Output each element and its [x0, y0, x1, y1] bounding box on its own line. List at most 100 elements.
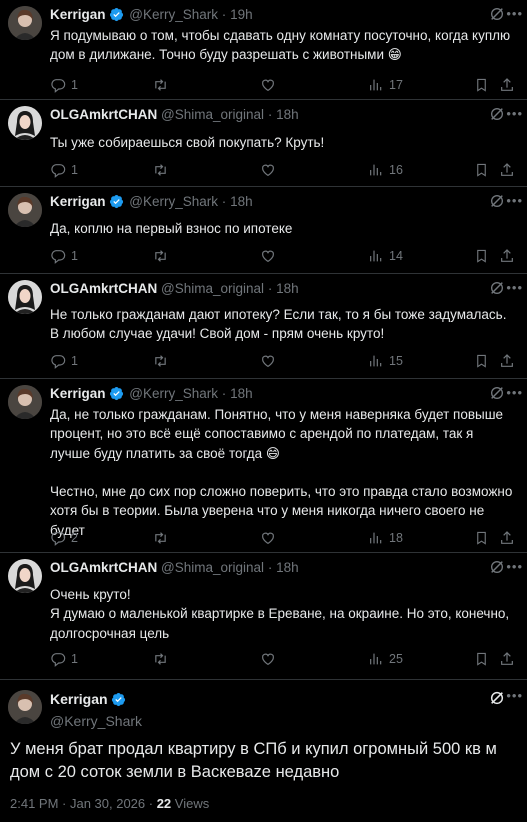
more-options-icon[interactable]: •••: [506, 193, 523, 208]
reply-button[interactable]: 1: [50, 161, 78, 179]
grok-icon[interactable]: [489, 690, 505, 711]
author-handle[interactable]: @Kerry_Shark: [129, 7, 218, 22]
author-name[interactable]: OLGAmkrtCHAN: [50, 281, 157, 296]
like-button[interactable]: [260, 76, 281, 94]
more-options-icon[interactable]: •••: [506, 688, 523, 703]
author-name[interactable]: Kerrigan: [50, 386, 106, 401]
reply-button[interactable]: 1: [50, 650, 78, 668]
views-button[interactable]: 18: [368, 529, 403, 547]
bookmark-icon: [474, 77, 489, 93]
retweet-button[interactable]: [152, 650, 174, 668]
share-icon: [499, 248, 515, 264]
views-button[interactable]: 16: [368, 161, 403, 179]
share-icon: [499, 162, 515, 178]
tweet-time[interactable]: 19h: [230, 7, 253, 22]
reply-tweet[interactable]: OLGAmkrtCHAN @Shima_original · 18h ••• О…: [0, 553, 527, 680]
tweet-time[interactable]: 18h: [230, 194, 253, 209]
views-button[interactable]: 14: [368, 247, 403, 265]
reply-button[interactable]: 1: [50, 76, 78, 94]
author-handle[interactable]: @Shima_original: [161, 107, 264, 122]
like-button[interactable]: [260, 352, 281, 370]
reply-tweet[interactable]: Kerrigan @Kerry_Shark · 18h ••• Да, копл…: [0, 187, 527, 274]
verified-badge-icon: [109, 7, 124, 27]
reply-count: 2: [71, 531, 78, 545]
share-button[interactable]: [499, 161, 515, 179]
views-count: 17: [389, 78, 403, 92]
analytics-icon: [368, 162, 384, 178]
views-button[interactable]: 15: [368, 352, 403, 370]
views-button[interactable]: 17: [368, 76, 403, 94]
views-label: Views: [171, 796, 210, 811]
retweet-icon: [152, 162, 169, 178]
more-options-icon[interactable]: •••: [506, 385, 523, 400]
views-count: 16: [389, 163, 403, 177]
reply-tweet[interactable]: OLGAmkrtCHAN @Shima_original · 18h ••• Т…: [0, 100, 527, 187]
tweet-time[interactable]: 18h: [230, 386, 253, 401]
bookmark-button[interactable]: [474, 76, 489, 94]
author-name[interactable]: OLGAmkrtCHAN: [50, 560, 157, 575]
like-button[interactable]: [260, 650, 281, 668]
retweet-button[interactable]: [152, 161, 174, 179]
avatar[interactable]: [8, 6, 42, 40]
share-button[interactable]: [499, 650, 515, 668]
reply-tweet[interactable]: Kerrigan @Kerry_Shark · 19h ••• Я подумы…: [0, 0, 527, 100]
views-button[interactable]: 25: [368, 650, 403, 668]
avatar[interactable]: [8, 385, 42, 419]
grok-icon[interactable]: [489, 193, 505, 214]
reply-tweet[interactable]: OLGAmkrtCHAN @Shima_original · 18h ••• Н…: [0, 274, 527, 379]
avatar[interactable]: [8, 106, 42, 140]
author-handle[interactable]: @Shima_original: [161, 560, 264, 575]
more-options-icon[interactable]: •••: [506, 280, 523, 295]
avatar[interactable]: [8, 690, 42, 724]
like-button[interactable]: [260, 529, 281, 547]
author-handle[interactable]: @Kerry_Shark: [129, 194, 218, 209]
grok-icon[interactable]: [489, 559, 505, 580]
views-count: 18: [389, 531, 403, 545]
retweet-button[interactable]: [152, 247, 174, 265]
grok-icon[interactable]: [489, 280, 505, 301]
like-button[interactable]: [260, 247, 281, 265]
grok-icon[interactable]: [489, 106, 505, 127]
tweet-time[interactable]: 18h: [276, 107, 299, 122]
like-button[interactable]: [260, 161, 281, 179]
author-name[interactable]: OLGAmkrtCHAN: [50, 107, 157, 122]
bookmark-button[interactable]: [474, 650, 489, 668]
bookmark-button[interactable]: [474, 529, 489, 547]
bookmark-button[interactable]: [474, 161, 489, 179]
reply-tweet[interactable]: Kerrigan @Kerry_Shark · 18h ••• Да, не т…: [0, 379, 527, 553]
author-handle[interactable]: @Shima_original: [161, 281, 264, 296]
retweet-button[interactable]: [152, 352, 174, 370]
grok-icon[interactable]: [489, 6, 505, 27]
retweet-button[interactable]: [152, 76, 174, 94]
grok-icon[interactable]: [489, 385, 505, 406]
more-options-icon[interactable]: •••: [506, 106, 523, 121]
reply-button[interactable]: 1: [50, 247, 78, 265]
avatar[interactable]: [8, 559, 42, 593]
author-name[interactable]: Kerrigan: [50, 194, 106, 209]
tweet-time[interactable]: 18h: [276, 281, 299, 296]
timestamp[interactable]: 2:41 PM · Jan 30, 2026 ·: [10, 796, 157, 811]
author-handle[interactable]: @Kerry_Shark: [50, 712, 142, 731]
views-count: 22: [156, 796, 172, 811]
tweet-time[interactable]: 18h: [276, 560, 299, 575]
share-button[interactable]: [499, 76, 515, 94]
bookmark-button[interactable]: [474, 352, 489, 370]
bookmark-button[interactable]: [474, 247, 489, 265]
bookmark-icon: [474, 651, 489, 667]
reply-button[interactable]: 1: [50, 352, 78, 370]
more-options-icon[interactable]: •••: [506, 6, 523, 21]
analytics-icon: [368, 530, 384, 546]
reply-icon: [50, 162, 66, 178]
author-name[interactable]: Kerrigan: [50, 691, 108, 707]
share-button[interactable]: [499, 529, 515, 547]
avatar[interactable]: [8, 280, 42, 314]
share-button[interactable]: [499, 247, 515, 265]
more-options-icon[interactable]: •••: [506, 559, 523, 574]
author-handle[interactable]: @Kerry_Shark: [129, 386, 218, 401]
author-name[interactable]: Kerrigan: [50, 7, 106, 22]
reply-button[interactable]: 2: [50, 529, 78, 547]
avatar[interactable]: [8, 193, 42, 227]
share-button[interactable]: [499, 352, 515, 370]
retweet-button[interactable]: [152, 529, 174, 547]
reply-count: 1: [71, 249, 78, 263]
